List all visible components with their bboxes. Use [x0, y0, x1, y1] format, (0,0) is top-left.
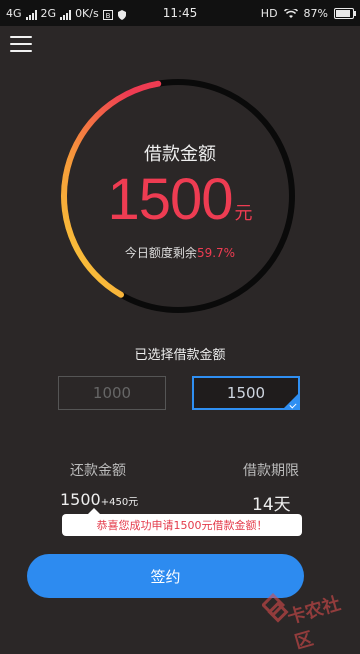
loan-amount: 1500 元: [0, 166, 360, 233]
quota-label: 今日额度剩余: [124, 246, 197, 260]
selected-amount-label: 已选择借款金额: [134, 348, 226, 363]
status-right: HD 87%: [260, 7, 356, 20]
amount-option-label: 1000: [92, 384, 132, 402]
quota-remaining: 今日额度剩余59.7%: [0, 244, 360, 261]
loan-term-value: 14天: [252, 495, 291, 515]
watermark-logo: 卡农社区: [262, 590, 358, 653]
repayment-interest: +450元: [100, 497, 139, 508]
amount-option-1500[interactable]: 1500: [192, 376, 300, 410]
hd-indicator: HD: [260, 7, 278, 20]
wifi-icon: [283, 8, 298, 18]
repayment-amount-value: 1500+450元: [60, 490, 138, 509]
battery-level: [336, 10, 350, 17]
menu-icon[interactable]: [10, 36, 32, 54]
success-toast: 恭喜您成功申请1500元借款金额！: [62, 508, 302, 536]
battery-icon: [334, 8, 356, 19]
amount-option-1000[interactable]: 1000: [58, 376, 166, 410]
loan-amount-unit: 元: [234, 203, 253, 224]
quota-percent: 59.7%: [196, 246, 236, 260]
loan-amount-title: 借款金额: [144, 144, 216, 165]
watermark-text: 卡农社区: [285, 593, 343, 654]
loan-term-label: 借款期限: [243, 463, 299, 479]
loan-amount-value: 1500: [107, 167, 233, 232]
repayment-principal: 1500: [60, 490, 101, 509]
battery-percent: 87%: [303, 7, 328, 20]
status-bar: 4G 2G 0K/s B 11:45 HD 87%: [0, 0, 360, 26]
amount-option-label: 1500: [226, 384, 266, 402]
repayment-amount-label: 还款金额: [70, 463, 126, 479]
